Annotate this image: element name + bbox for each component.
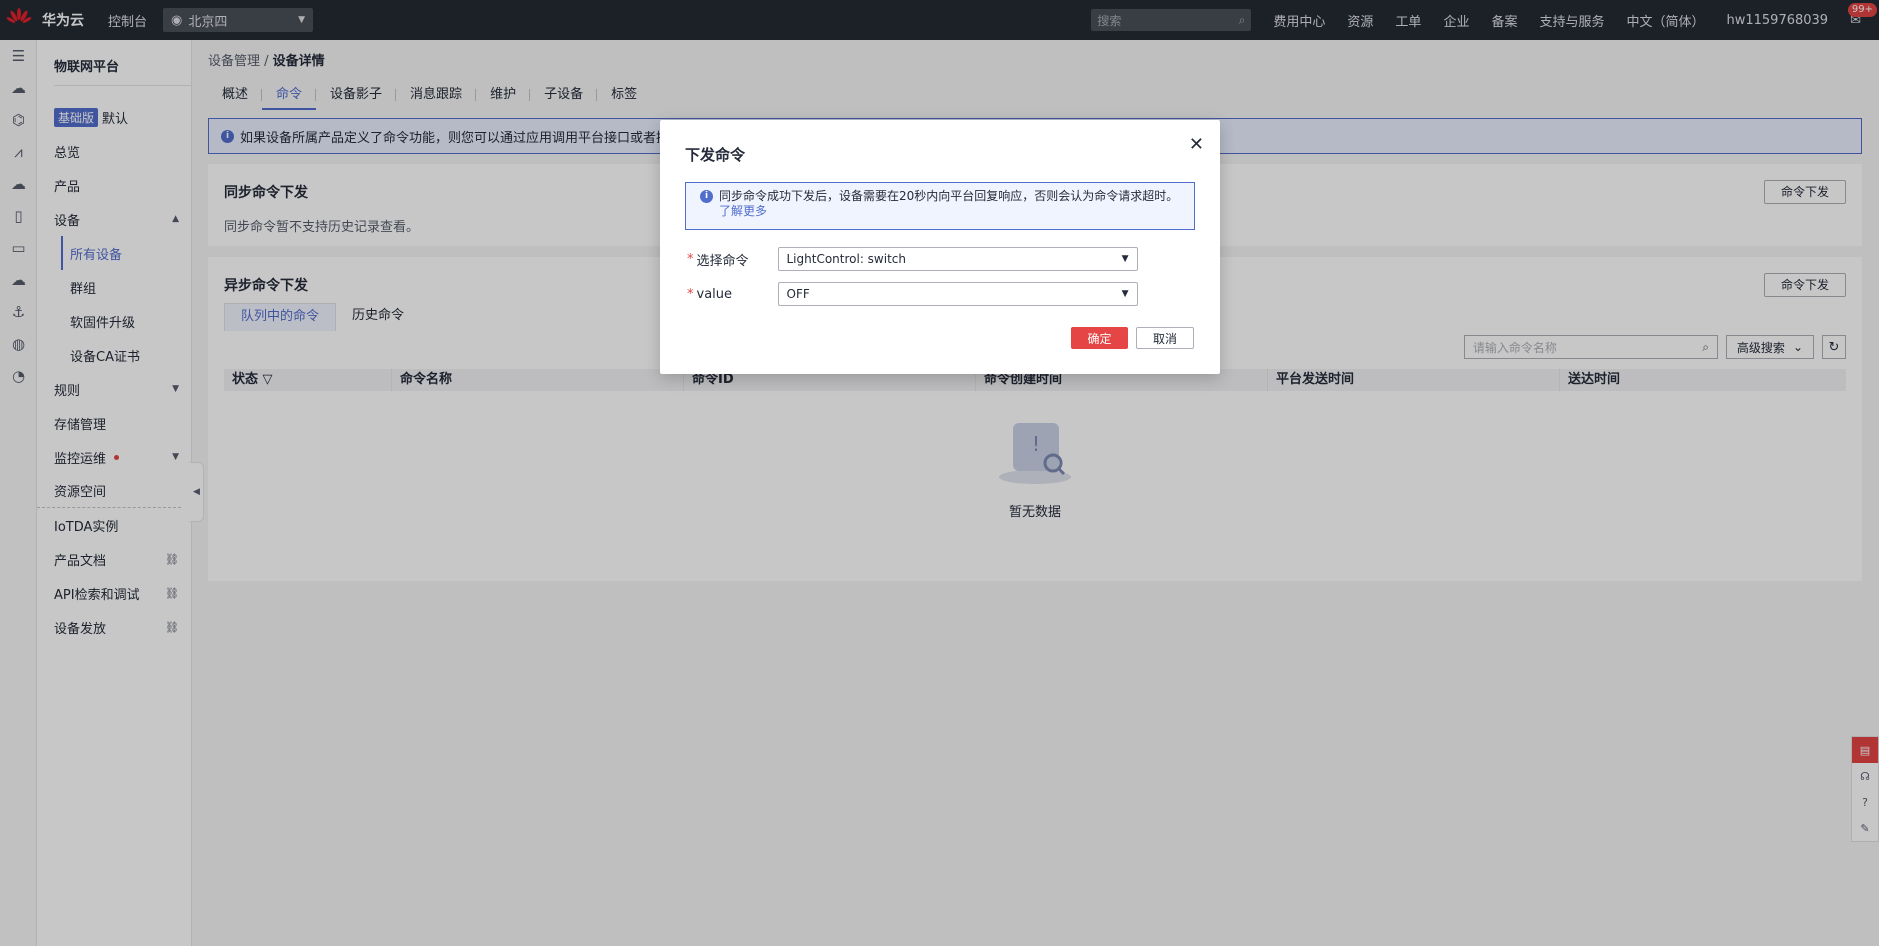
- command-select[interactable]: LightControl: switch ▼: [777, 247, 1138, 271]
- command-select-value: LightControl: switch: [786, 252, 907, 266]
- command-select-row: * 选择命令 LightControl: switch ▼: [687, 247, 1138, 271]
- cancel-button[interactable]: 取消: [1136, 327, 1194, 349]
- value-select-label: value: [696, 286, 733, 302]
- send-command-dialog: 下发命令 ✕ i 同步命令成功下发后，设备需要在20秒内向平台回复响应，否则会认…: [660, 120, 1220, 374]
- value-select-value: OFF: [786, 287, 810, 301]
- value-select[interactable]: OFF ▼: [777, 282, 1138, 306]
- dialog-info-text: 同步命令成功下发后，设备需要在20秒内向平台回复响应，否则会认为命令请求超时。: [719, 189, 1179, 203]
- chevron-down-icon: ▼: [1121, 254, 1129, 264]
- dialog-info-box: i 同步命令成功下发后，设备需要在20秒内向平台回复响应，否则会认为命令请求超时…: [685, 182, 1195, 230]
- dialog-title: 下发命令: [685, 146, 746, 164]
- required-asterisk: *: [687, 251, 694, 267]
- value-select-row: * value OFF ▼: [687, 282, 1138, 306]
- learn-more-link[interactable]: 了解更多: [719, 204, 767, 218]
- info-icon: i: [700, 190, 713, 203]
- confirm-button[interactable]: 确定: [1071, 327, 1128, 349]
- chevron-down-icon: ▼: [1121, 289, 1129, 299]
- command-select-label: 选择命令: [696, 253, 749, 269]
- required-asterisk: *: [687, 286, 694, 302]
- close-icon[interactable]: ✕: [1189, 134, 1204, 155]
